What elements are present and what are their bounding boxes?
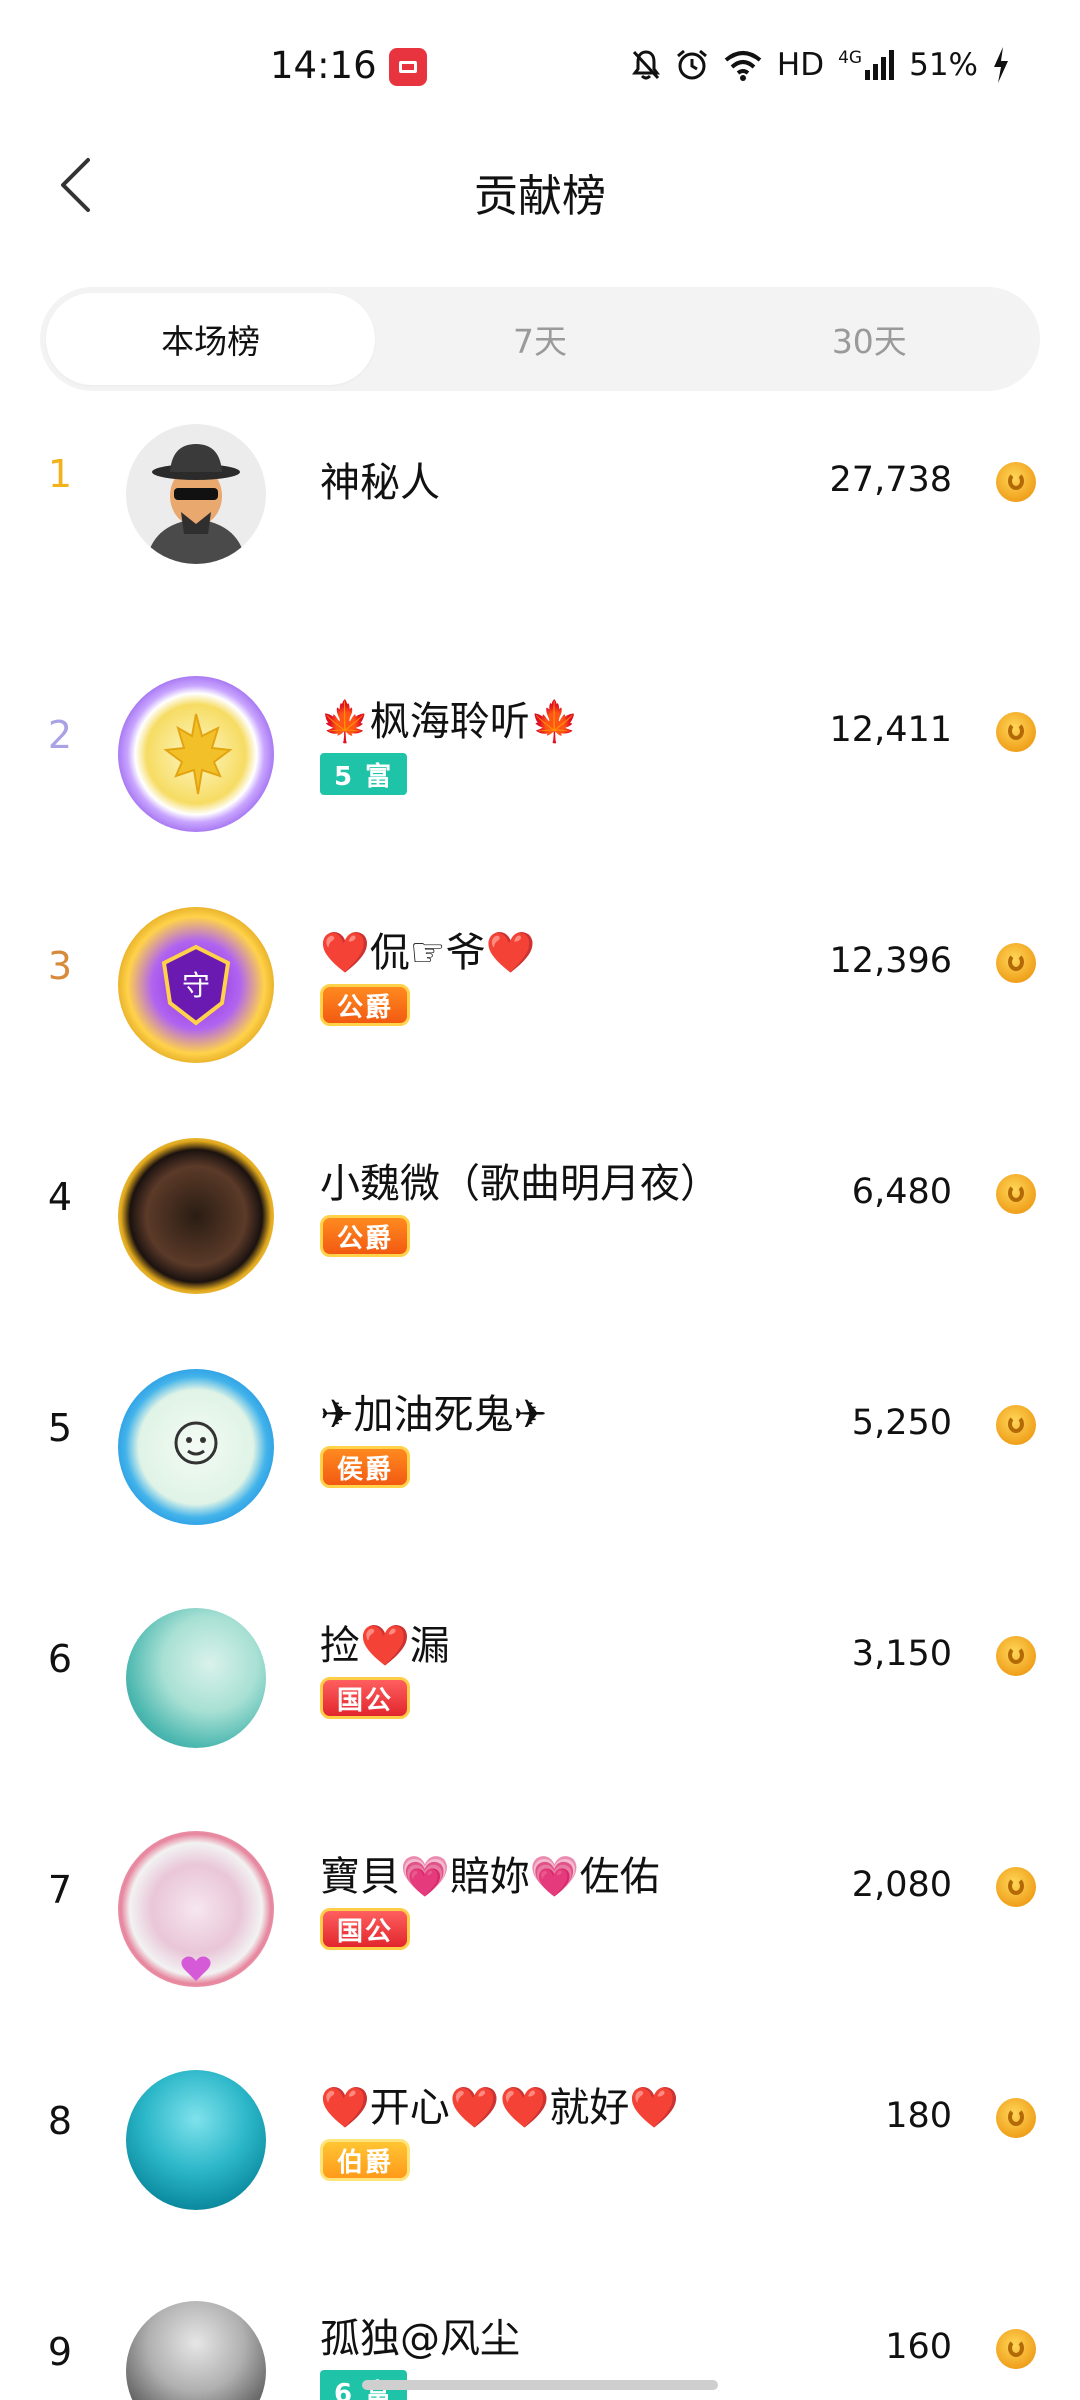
noble-rank-badge: 伯爵 bbox=[320, 2139, 411, 2181]
ranking-row[interactable]: 9 孤独@风尘 6 富 160 bbox=[0, 2258, 1080, 2400]
status-icons: HD 4G 51% bbox=[631, 44, 1010, 86]
coin-icon bbox=[996, 1174, 1036, 1214]
rank-number: 3 bbox=[47, 944, 73, 988]
wealth-level-badge: 5 富 bbox=[320, 753, 408, 795]
rank-number: 5 bbox=[47, 1406, 73, 1450]
avatar[interactable]: 守 bbox=[118, 907, 274, 1063]
contribution-score: 160 bbox=[885, 2327, 952, 2367]
mystery-person-avatar bbox=[146, 444, 246, 564]
guard-shield-icon: 守 bbox=[161, 944, 231, 1026]
rank-number: 4 bbox=[47, 1175, 73, 1219]
avatar[interactable] bbox=[118, 1138, 274, 1294]
alarm-icon bbox=[676, 49, 707, 80]
ranking-row[interactable]: 1 神秘人 27,738 bbox=[0, 410, 1080, 641]
coin-icon bbox=[996, 1636, 1036, 1676]
contribution-score: 27,738 bbox=[829, 460, 952, 500]
coin-icon bbox=[996, 2329, 1036, 2369]
signal-type-label: 4G bbox=[838, 48, 863, 68]
avatar[interactable] bbox=[118, 676, 274, 832]
battery-percent: 51% bbox=[909, 47, 978, 83]
screen-record-icon bbox=[389, 48, 427, 86]
ranking-row[interactable]: 3 守 ❤️侃☞爷❤️ 公爵 12,396 bbox=[0, 872, 1080, 1103]
user-name: 🍁枫海聆听🍁 bbox=[320, 699, 580, 745]
cartoon-avatar-icon bbox=[174, 1421, 218, 1465]
mute-bell-icon bbox=[631, 50, 660, 80]
avatar[interactable] bbox=[126, 1608, 266, 1748]
ranking-row[interactable]: 2 🍁枫海聆听🍁 5 富 12,411 bbox=[0, 641, 1080, 872]
period-tabs: 本场榜 7天 30天 bbox=[40, 287, 1040, 391]
avatar[interactable] bbox=[118, 1369, 274, 1525]
noble-rank-badge: 国公 bbox=[320, 1908, 411, 1950]
status-bar: 14:16 HD 4G 51% bbox=[0, 0, 1080, 130]
contribution-score: 12,411 bbox=[829, 710, 952, 750]
coin-icon bbox=[996, 1405, 1036, 1445]
tab-this-show[interactable]: 本场榜 bbox=[46, 293, 376, 385]
maple-leaf-icon bbox=[163, 713, 233, 795]
contribution-score: 6,480 bbox=[851, 1172, 952, 1212]
rank-number: 9 bbox=[47, 2330, 73, 2374]
user-name: 孤独@风尘 bbox=[320, 2316, 520, 2362]
status-time: 14:16 bbox=[270, 44, 377, 87]
noble-rank-badge: 国公 bbox=[320, 1677, 411, 1719]
coin-icon bbox=[996, 1867, 1036, 1907]
rank-number: 2 bbox=[47, 713, 73, 757]
rank-number: 1 bbox=[47, 452, 73, 496]
avatar[interactable] bbox=[126, 2070, 266, 2210]
user-name: 捡❤️漏 bbox=[320, 1623, 450, 1669]
user-name: ✈加油死鬼✈ bbox=[320, 1392, 548, 1438]
header: 贡献榜 bbox=[0, 130, 1080, 240]
contribution-score: 180 bbox=[885, 2096, 952, 2136]
home-indicator[interactable] bbox=[362, 2380, 718, 2390]
contribution-score: 2,080 bbox=[851, 1865, 952, 1905]
avatar[interactable] bbox=[126, 424, 266, 564]
ranking-row[interactable]: 8 ❤️开心❤️❤️就好❤️ 伯爵 180 bbox=[0, 2027, 1080, 2258]
noble-rank-badge: 侯爵 bbox=[320, 1446, 411, 1488]
signal-bars-icon bbox=[865, 50, 895, 80]
wifi-icon bbox=[724, 51, 762, 81]
tab-7-days[interactable]: 7天 bbox=[375, 293, 704, 385]
noble-rank-badge: 公爵 bbox=[320, 1215, 411, 1257]
heart-icon bbox=[181, 1956, 211, 1981]
coin-icon bbox=[996, 462, 1036, 502]
ranking-row[interactable]: 4 小魏微（歌曲明月夜） 公爵 6,480 bbox=[0, 1103, 1080, 1334]
coin-icon bbox=[996, 712, 1036, 752]
user-name: 小魏微（歌曲明月夜） bbox=[320, 1161, 720, 1207]
rank-number: 6 bbox=[47, 1637, 73, 1681]
avatar[interactable] bbox=[126, 2301, 266, 2400]
contribution-score: 12,396 bbox=[829, 941, 952, 981]
ranking-row[interactable]: 6 捡❤️漏 国公 3,150 bbox=[0, 1565, 1080, 1796]
ranking-list: 1 神秘人 27,738 2 🍁枫海聆听🍁 5 富 12,411 3 守 ❤️侃… bbox=[0, 410, 1080, 2400]
avatar[interactable] bbox=[118, 1831, 274, 1987]
user-name: ❤️开心❤️❤️就好❤️ bbox=[320, 2085, 680, 2131]
rank-number: 7 bbox=[47, 1868, 73, 1912]
coin-icon bbox=[996, 943, 1036, 983]
contribution-score: 3,150 bbox=[851, 1634, 952, 1674]
tab-30-days[interactable]: 30天 bbox=[705, 293, 1034, 385]
charging-bolt-icon bbox=[994, 47, 1008, 83]
ranking-row[interactable]: 5 ✈加油死鬼✈ 侯爵 5,250 bbox=[0, 1334, 1080, 1565]
coin-icon bbox=[996, 2098, 1036, 2138]
ranking-row[interactable]: 7 寶貝💗賠妳💗佐佑 国公 2,080 bbox=[0, 1796, 1080, 2027]
noble-rank-badge: 公爵 bbox=[320, 984, 411, 1026]
user-name: ❤️侃☞爷❤️ bbox=[320, 930, 536, 976]
signal-group: 4G bbox=[838, 50, 895, 80]
user-name: 寶貝💗賠妳💗佐佑 bbox=[320, 1854, 660, 1900]
rank-number: 8 bbox=[47, 2099, 73, 2143]
page-title: 贡献榜 bbox=[474, 171, 606, 222]
contribution-score: 5,250 bbox=[851, 1403, 952, 1443]
svg-text:守: 守 bbox=[182, 969, 210, 1002]
network-type-label: HD bbox=[776, 47, 825, 83]
user-name: 神秘人 bbox=[320, 460, 440, 506]
